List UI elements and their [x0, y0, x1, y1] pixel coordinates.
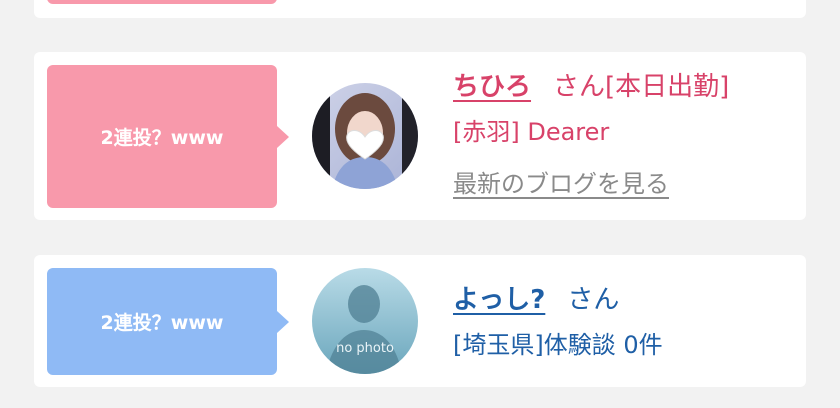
previous-post-card — [34, 0, 806, 18]
post-badge: 2連投？www — [47, 268, 289, 375]
honorific: さん — [567, 285, 620, 315]
post-card: 2連投？www no photo よっし? さん [埼玉県]体験談 0件 — [34, 255, 806, 387]
blurred-portrait-icon — [312, 83, 418, 189]
post-info: よっし? さん [埼玉県]体験談 0件 — [453, 279, 663, 367]
previous-post-badge — [47, 0, 289, 4]
post-badge-text: 2連投？www — [100, 312, 224, 334]
post-card: 2連投？www ちひろ さん[本日出勤] [赤羽] Dearer 最新のブログを見… — [34, 52, 806, 220]
honorific: さん — [553, 72, 606, 102]
post-info: ちひろ さん[本日出勤] [赤羽] Dearer 最新のブログを見る — [453, 66, 729, 199]
avatar[interactable]: no photo — [312, 268, 418, 374]
post-badge: 2連投？www — [47, 65, 289, 208]
latest-blog-link[interactable]: 最新のブログを見る — [453, 164, 729, 199]
name-line: よっし? さん — [453, 279, 663, 323]
author-name-link[interactable]: ちひろ — [453, 72, 531, 102]
shop-label: [赤羽] Dearer — [453, 118, 610, 146]
avatar[interactable] — [312, 83, 418, 189]
no-photo-icon: no photo — [312, 268, 418, 374]
name-line: ちひろ さん[本日出勤] — [453, 66, 729, 110]
author-name-link[interactable]: よっし? — [453, 285, 545, 315]
post-badge-text: 2連投？www — [100, 127, 224, 149]
no-photo-text: no photo — [336, 341, 394, 356]
region-review-count: [埼玉県]体験談 0件 — [453, 331, 663, 359]
status-label: [本日出勤] — [605, 72, 730, 102]
